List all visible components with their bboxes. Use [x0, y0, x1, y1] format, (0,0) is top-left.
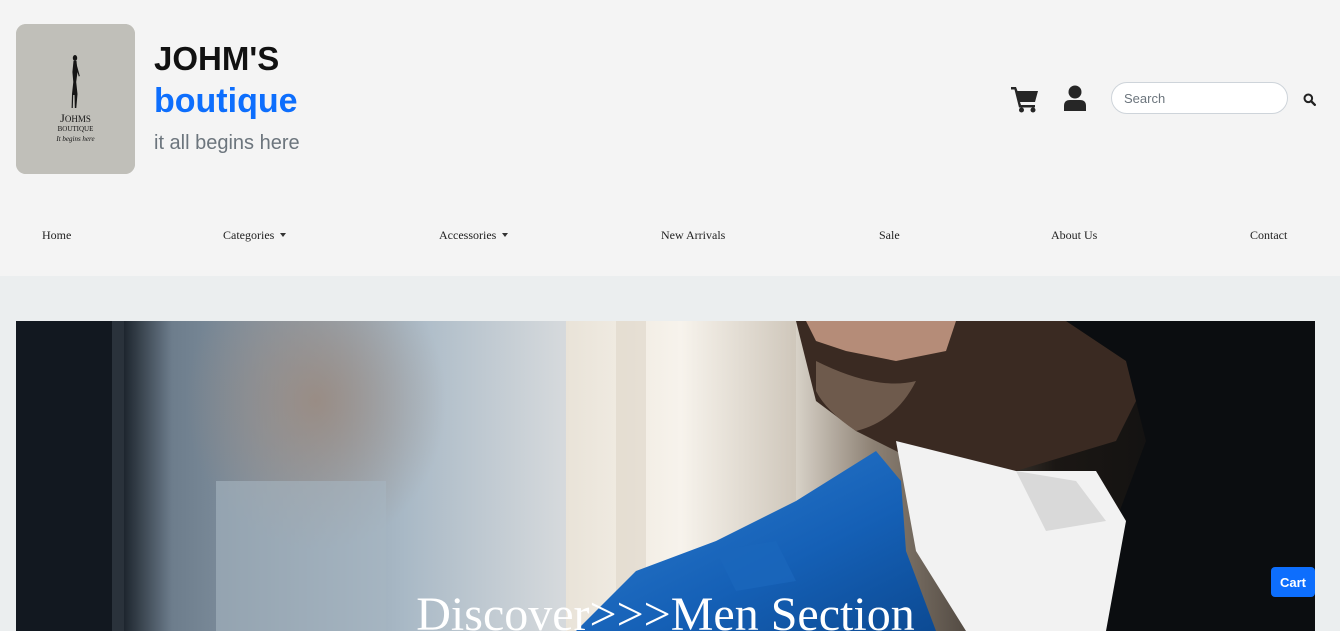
- user-icon[interactable]: [1063, 85, 1087, 111]
- site-header: JOHMS BOUTIQUE It begins here JOHM'S bou…: [0, 0, 1340, 276]
- search-input[interactable]: [1111, 82, 1288, 114]
- brand-tagline: it all begins here: [154, 132, 300, 154]
- floating-cart-button[interactable]: Cart: [1271, 567, 1315, 597]
- search-icon[interactable]: [1303, 93, 1317, 107]
- nav-new-arrivals[interactable]: New Arrivals: [661, 228, 725, 243]
- hero-image: [16, 321, 1315, 631]
- main-navigation: Home Categories Accessories New Arrivals…: [0, 228, 1340, 248]
- nav-contact[interactable]: Contact: [1250, 228, 1287, 243]
- svg-text:JOHMS: JOHMS: [60, 111, 91, 125]
- hero-title: Discover>>>Men Section: [416, 588, 915, 631]
- hero-banner[interactable]: Discover>>>Men Section: [16, 321, 1315, 631]
- caret-down-icon: [280, 233, 287, 237]
- shopping-cart-icon[interactable]: [1010, 85, 1040, 113]
- brand-subtitle: boutique: [154, 82, 298, 120]
- nav-accessories[interactable]: Accessories: [439, 228, 509, 243]
- nav-sale[interactable]: Sale: [879, 228, 900, 243]
- caret-down-icon: [502, 233, 509, 237]
- svg-text:BOUTIQUE: BOUTIQUE: [58, 125, 94, 133]
- brand-logo[interactable]: JOHMS BOUTIQUE It begins here: [16, 24, 135, 174]
- logo-image: JOHMS BOUTIQUE It begins here: [16, 24, 135, 174]
- nav-categories-label: Categories: [223, 228, 275, 242]
- brand-name: JOHM'S: [154, 40, 280, 77]
- svg-text:It begins here: It begins here: [55, 135, 94, 143]
- nav-categories[interactable]: Categories: [223, 228, 287, 243]
- nav-accessories-label: Accessories: [439, 228, 497, 242]
- nav-home[interactable]: Home: [42, 228, 71, 243]
- nav-about-us[interactable]: About Us: [1051, 228, 1097, 243]
